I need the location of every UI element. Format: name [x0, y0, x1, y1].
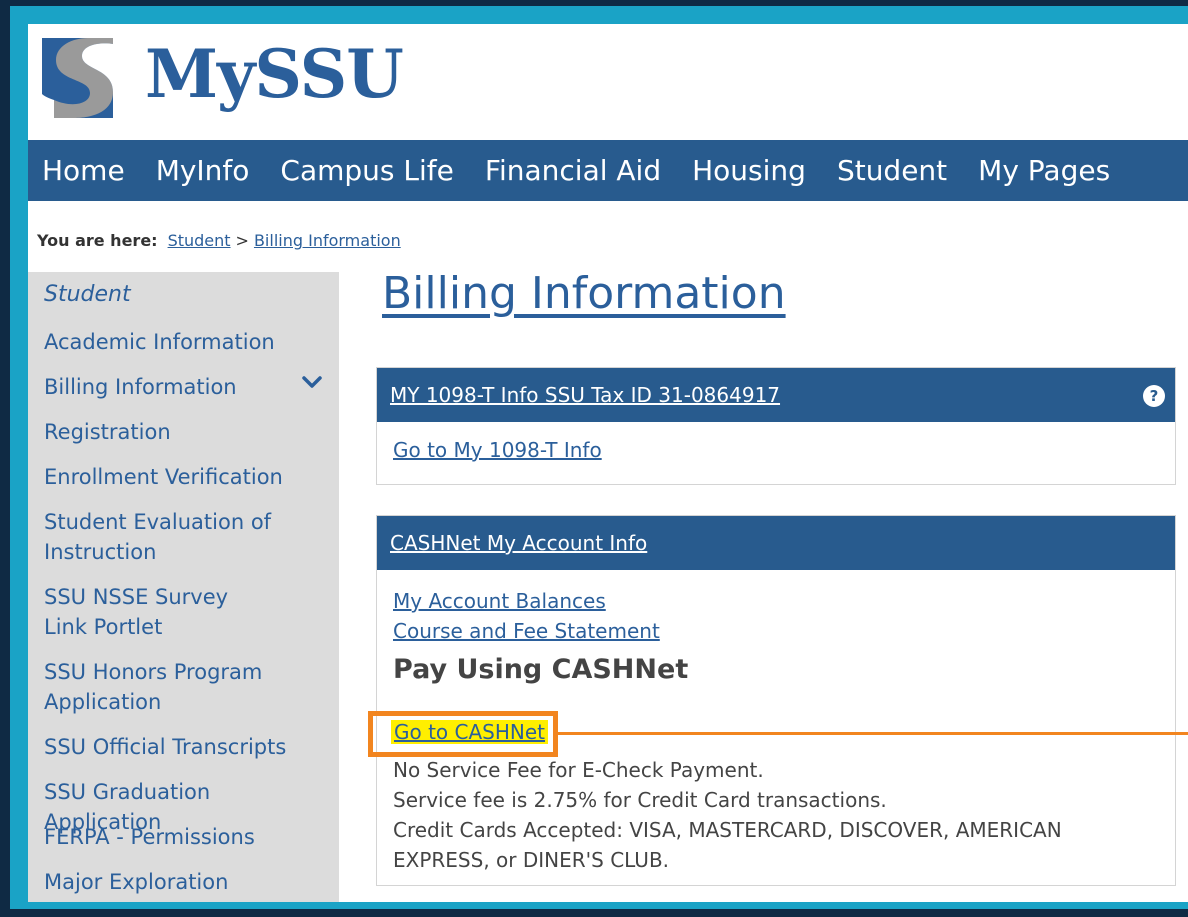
- breadcrumb-link-billing[interactable]: Billing Information: [254, 231, 401, 250]
- sidebar-item-academic-information[interactable]: Academic Information: [44, 327, 329, 357]
- breadcrumb: You are here: Student > Billing Information: [37, 231, 401, 250]
- nav-item-housing[interactable]: Housing: [692, 154, 806, 187]
- annotation-callout-box: [368, 711, 558, 757]
- nav-item-financial-aid[interactable]: Financial Aid: [485, 154, 661, 187]
- site-logo-text[interactable]: MySSU: [145, 34, 404, 114]
- chevron-down-icon[interactable]: [302, 375, 322, 389]
- sidebar-item-nsse-survey[interactable]: SSU NSSE Survey Link Portlet: [44, 582, 274, 642]
- breadcrumb-label: You are here:: [37, 231, 158, 250]
- nav-item-myinfo[interactable]: MyInfo: [156, 154, 250, 187]
- panel-cashnet-header-link[interactable]: CASHNet My Account Info: [390, 531, 647, 555]
- nav-item-campus-life[interactable]: Campus Life: [280, 154, 453, 187]
- credit-card-fee-note: Service fee is 2.75% for Credit Card tra…: [393, 788, 887, 812]
- course-fee-statement-link[interactable]: Course and Fee Statement: [393, 616, 1159, 646]
- nav-item-my-pages[interactable]: My Pages: [978, 154, 1110, 187]
- sidebar-item-honors-program[interactable]: SSU Honors Program Application: [44, 657, 274, 717]
- sidebar-title: Student: [44, 282, 131, 307]
- sidebar-item-billing-information[interactable]: Billing Information: [44, 372, 329, 402]
- sidebar: Student Academic Information Billing Inf…: [28, 272, 339, 902]
- sidebar-item-enrollment-verification[interactable]: Enrollment Verification: [44, 462, 329, 492]
- panel-1098t-header-link[interactable]: MY 1098-T Info SSU Tax ID 31-0864917: [390, 383, 780, 407]
- sidebar-item-ferpa-permissions[interactable]: FERPA - Permissions: [44, 822, 329, 852]
- svg-text:?: ?: [1150, 387, 1159, 405]
- breadcrumb-separator: >: [235, 231, 249, 250]
- page: MySSU Home MyInfo Campus Life Financial …: [28, 24, 1188, 902]
- annotation-callout-line: [558, 732, 1188, 735]
- page-title[interactable]: Billing Information: [382, 268, 786, 319]
- echeck-fee-note: No Service Fee for E-Check Payment.: [393, 758, 764, 782]
- sidebar-item-major-exploration[interactable]: Major Exploration: [44, 867, 329, 897]
- sidebar-item-official-transcripts[interactable]: SSU Official Transcripts: [44, 732, 329, 762]
- sidebar-item-registration[interactable]: Registration: [44, 417, 329, 447]
- breadcrumb-link-student[interactable]: Student: [168, 231, 231, 250]
- panel-1098t: MY 1098-T Info SSU Tax ID 31-0864917 ? G…: [376, 367, 1176, 485]
- go-to-1098t-link[interactable]: Go to My 1098-T Info: [393, 438, 1159, 462]
- panel-cashnet-header: CASHNet My Account Info: [377, 516, 1175, 570]
- ssu-s-logo-icon[interactable]: [42, 38, 113, 118]
- panel-cashnet: CASHNet My Account Info My Account Balan…: [376, 515, 1176, 886]
- cards-accepted-note: Credit Cards Accepted: VISA, MASTERCARD,…: [393, 818, 1062, 872]
- help-circle-icon[interactable]: ?: [1143, 385, 1165, 407]
- nav-item-student[interactable]: Student: [837, 154, 947, 187]
- pay-using-cashnet-heading: Pay Using CASHNet: [393, 654, 689, 685]
- account-balances-link[interactable]: My Account Balances: [393, 586, 1159, 616]
- main-nav: Home MyInfo Campus Life Financial Aid Ho…: [28, 140, 1188, 201]
- nav-item-home[interactable]: Home: [42, 154, 125, 187]
- panel-1098t-header: MY 1098-T Info SSU Tax ID 31-0864917 ?: [377, 368, 1175, 422]
- sidebar-item-student-evaluation[interactable]: Student Evaluation of Instruction: [44, 507, 274, 567]
